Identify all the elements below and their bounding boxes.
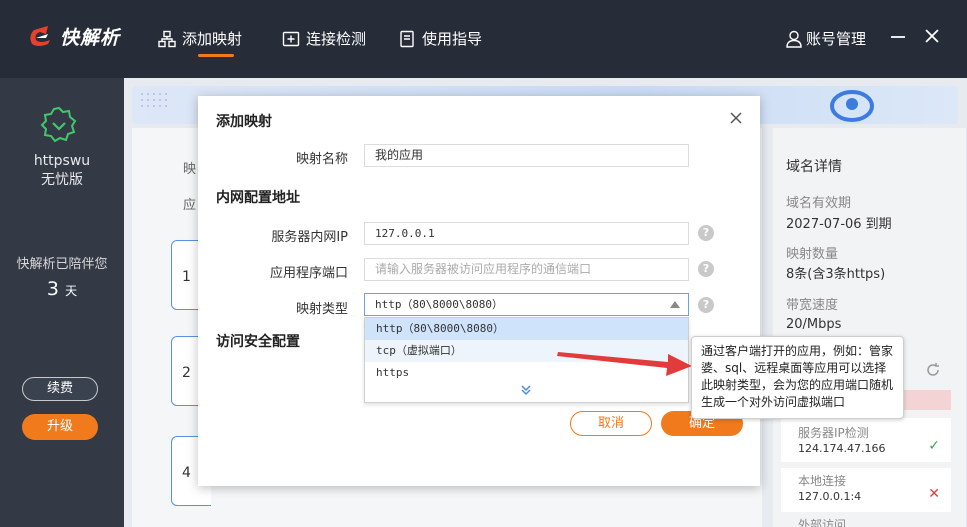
active-tab-indicator xyxy=(198,54,234,57)
days-unit: 天 xyxy=(65,284,78,298)
row-index: 4 xyxy=(182,465,191,481)
account-label: 账号管理 xyxy=(806,30,867,48)
section-security-title: 访问安全配置 xyxy=(216,334,300,350)
nav-label: 连接检测 xyxy=(306,30,367,48)
mapping-type-label: 映射类型 xyxy=(295,302,348,317)
user-icon xyxy=(786,30,802,48)
add-mapping-dialog: 添加映射 映射名称 我的应用 内网配置地址 服务器内网IP 127.0.0.1 … xyxy=(198,96,760,486)
account-management[interactable]: 账号管理 xyxy=(786,28,866,49)
minimize-icon[interactable] xyxy=(886,24,910,48)
local-value: 127.0.0.1:4 xyxy=(798,490,862,503)
bandwidth-value: 20/Mbps xyxy=(786,317,842,332)
list-text-fragment: 映 xyxy=(183,162,197,177)
count-label: 映射数量 xyxy=(786,247,839,262)
local-label: 本地连接 xyxy=(798,474,847,488)
upgrade-button[interactable]: 升级 xyxy=(22,414,98,440)
app-port-label: 应用程序端口 xyxy=(269,266,348,281)
days-value: 3 xyxy=(46,278,60,300)
plan-name: 无忧版 xyxy=(41,172,83,188)
check-icon: ✓ xyxy=(928,438,940,454)
app-port-input[interactable]: 请输入服务器被访问应用程序的通信端口 xyxy=(364,258,689,281)
top-bar: 快解析 添加映射 连接检测 使用指导 账号管理 xyxy=(0,0,967,78)
app-logo: 快解析 xyxy=(26,22,120,50)
app-name: 快解析 xyxy=(60,26,121,49)
count-value: 8条(含3条https) xyxy=(786,267,886,282)
section-internal-title: 内网配置地址 xyxy=(216,190,300,206)
mapping-name-input[interactable]: 我的应用 xyxy=(364,144,689,167)
close-icon[interactable] xyxy=(728,110,744,126)
days-label: 快解析已陪伴您 xyxy=(16,257,108,272)
bandwidth-label: 带宽速度 xyxy=(786,298,839,313)
expiry-value: 2027-07-06 到期 xyxy=(786,217,892,232)
dialog-title: 添加映射 xyxy=(216,114,272,130)
server-ip-label: 服务器IP检测 xyxy=(798,426,869,440)
nav-connection-test[interactable]: 连接检测 xyxy=(282,28,366,49)
domain-details-panel: 域名详情 域名有效期 2027-07-06 到期 映射数量 8条(含3条http… xyxy=(773,128,966,527)
network-icon xyxy=(158,30,176,47)
help-icon[interactable]: ? xyxy=(698,225,714,241)
option-http[interactable]: http（80\8000\8080） xyxy=(365,318,688,340)
expiry-label: 域名有效期 xyxy=(786,196,852,211)
selected-value: http（80\8000\8080） xyxy=(375,298,503,311)
server-ip-input[interactable]: 127.0.0.1 xyxy=(364,222,689,245)
plus-square-icon xyxy=(282,31,300,46)
refresh-icon[interactable] xyxy=(925,362,941,378)
cancel-button[interactable]: 取消 xyxy=(570,411,652,436)
row-index: 2 xyxy=(182,365,191,381)
row-index: 1 xyxy=(182,269,191,285)
sidebar: httpswu 无忧版 快解析已陪伴您 3 天 续费 升级 xyxy=(0,78,124,527)
server-ip-label: 服务器内网IP xyxy=(271,230,348,245)
server-ip-value: 124.174.47.166 xyxy=(798,442,886,455)
mapping-type-select[interactable]: http（80\8000\8080） xyxy=(364,293,689,316)
chevron-double-down-icon[interactable] xyxy=(519,383,533,397)
mapping-type-tooltip: 通过客户端打开的应用，例如：管家婆、sql、远程桌面等应用可以选择此映射类型，会… xyxy=(691,336,904,419)
logo-icon xyxy=(30,26,50,46)
badge-icon xyxy=(40,106,77,143)
nav-user-guide[interactable]: 使用指导 xyxy=(398,28,482,49)
help-icon[interactable]: ? xyxy=(698,261,714,277)
cross-icon: ✕ xyxy=(928,486,940,502)
renew-button[interactable]: 续费 xyxy=(22,377,98,401)
nav-label: 添加映射 xyxy=(182,30,243,48)
document-icon xyxy=(400,30,414,47)
nav-label: 使用指导 xyxy=(422,30,483,48)
help-icon[interactable]: ? xyxy=(698,297,714,313)
nav-add-mapping[interactable]: 添加映射 xyxy=(158,28,242,49)
username: httpswu xyxy=(33,153,91,169)
mapping-name-label: 映射名称 xyxy=(295,152,348,167)
panel-title: 域名详情 xyxy=(786,159,842,175)
days-count: 3 天 xyxy=(0,278,124,300)
banner-globe-icon xyxy=(830,90,874,122)
banner-pattern xyxy=(141,93,167,107)
annotation-arrow xyxy=(557,352,692,376)
caret-up-icon xyxy=(670,301,680,308)
close-icon[interactable] xyxy=(920,24,944,48)
list-text-fragment: 应 xyxy=(183,198,197,213)
external-label: 外部访问 xyxy=(798,518,847,527)
user-info: httpswu 无忧版 xyxy=(0,152,124,190)
